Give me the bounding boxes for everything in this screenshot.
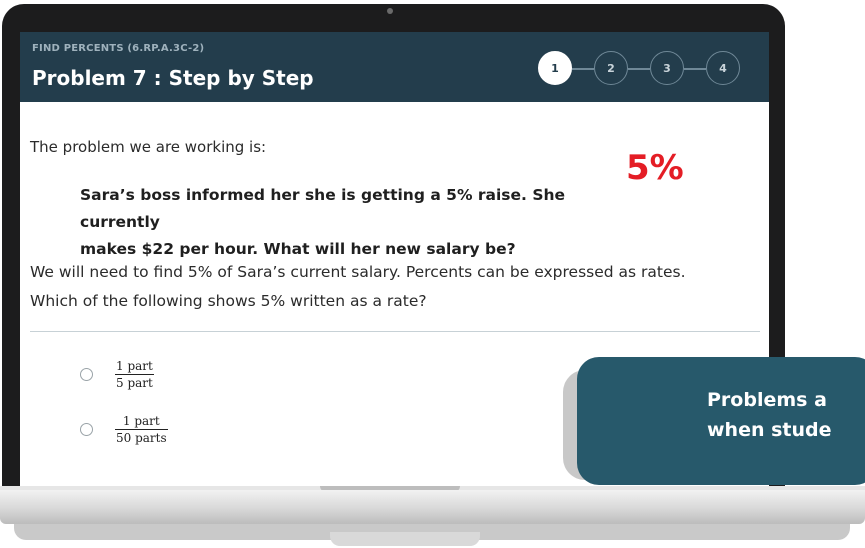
fraction: 1 part 5 part — [115, 359, 154, 390]
callout-text: Problems a when stude — [707, 385, 865, 445]
standard-code: FIND PERCENTS (6.RP.A.3C-2) — [32, 43, 205, 54]
step-4[interactable]: 4 — [706, 51, 740, 85]
fraction-numerator: 1 part — [122, 413, 160, 428]
explanation-line: Which of the following shows 5% written … — [30, 292, 427, 310]
divider — [30, 331, 760, 332]
step-3[interactable]: 3 — [650, 51, 684, 85]
camera-dot — [387, 8, 393, 14]
problem-line: Sara’s boss informed her she is getting … — [80, 186, 566, 231]
fraction-numerator: 1 part — [116, 358, 153, 373]
problem-header: FIND PERCENTS (6.RP.A.3C-2) Problem 7 : … — [20, 32, 769, 102]
step-connector — [684, 68, 706, 70]
problem-prompt: The problem we are working is: — [30, 138, 267, 156]
laptop-foot — [330, 532, 480, 546]
callout-line: when stude — [707, 419, 832, 441]
fraction: 1 part 50 parts — [115, 414, 168, 445]
laptop-base — [0, 490, 865, 524]
step-2[interactable]: 2 — [594, 51, 628, 85]
step-connector — [572, 68, 594, 70]
fraction-denominator: 50 parts — [116, 430, 167, 445]
radio-button[interactable] — [80, 367, 93, 381]
step-indicator: 1 2 3 4 — [538, 51, 762, 87]
callout-line: Problems a — [707, 389, 827, 411]
answer-option-2[interactable]: 1 part 50 parts — [80, 412, 168, 446]
step-connector — [628, 68, 650, 70]
callout-box: Problems a when stude — [577, 357, 865, 485]
problem-statement: Sara’s boss informed her she is getting … — [80, 182, 640, 263]
problem-title: Problem 7 : Step by Step — [32, 66, 314, 90]
fraction-denominator: 5 part — [116, 375, 153, 390]
step-1[interactable]: 1 — [538, 51, 572, 85]
answer-option-1[interactable]: 1 part 5 part — [80, 357, 154, 391]
radio-button[interactable] — [80, 422, 93, 436]
explanation-text: We will need to find 5% of Sara’s curren… — [30, 258, 765, 316]
explanation-line: We will need to find 5% of Sara’s curren… — [30, 263, 686, 281]
